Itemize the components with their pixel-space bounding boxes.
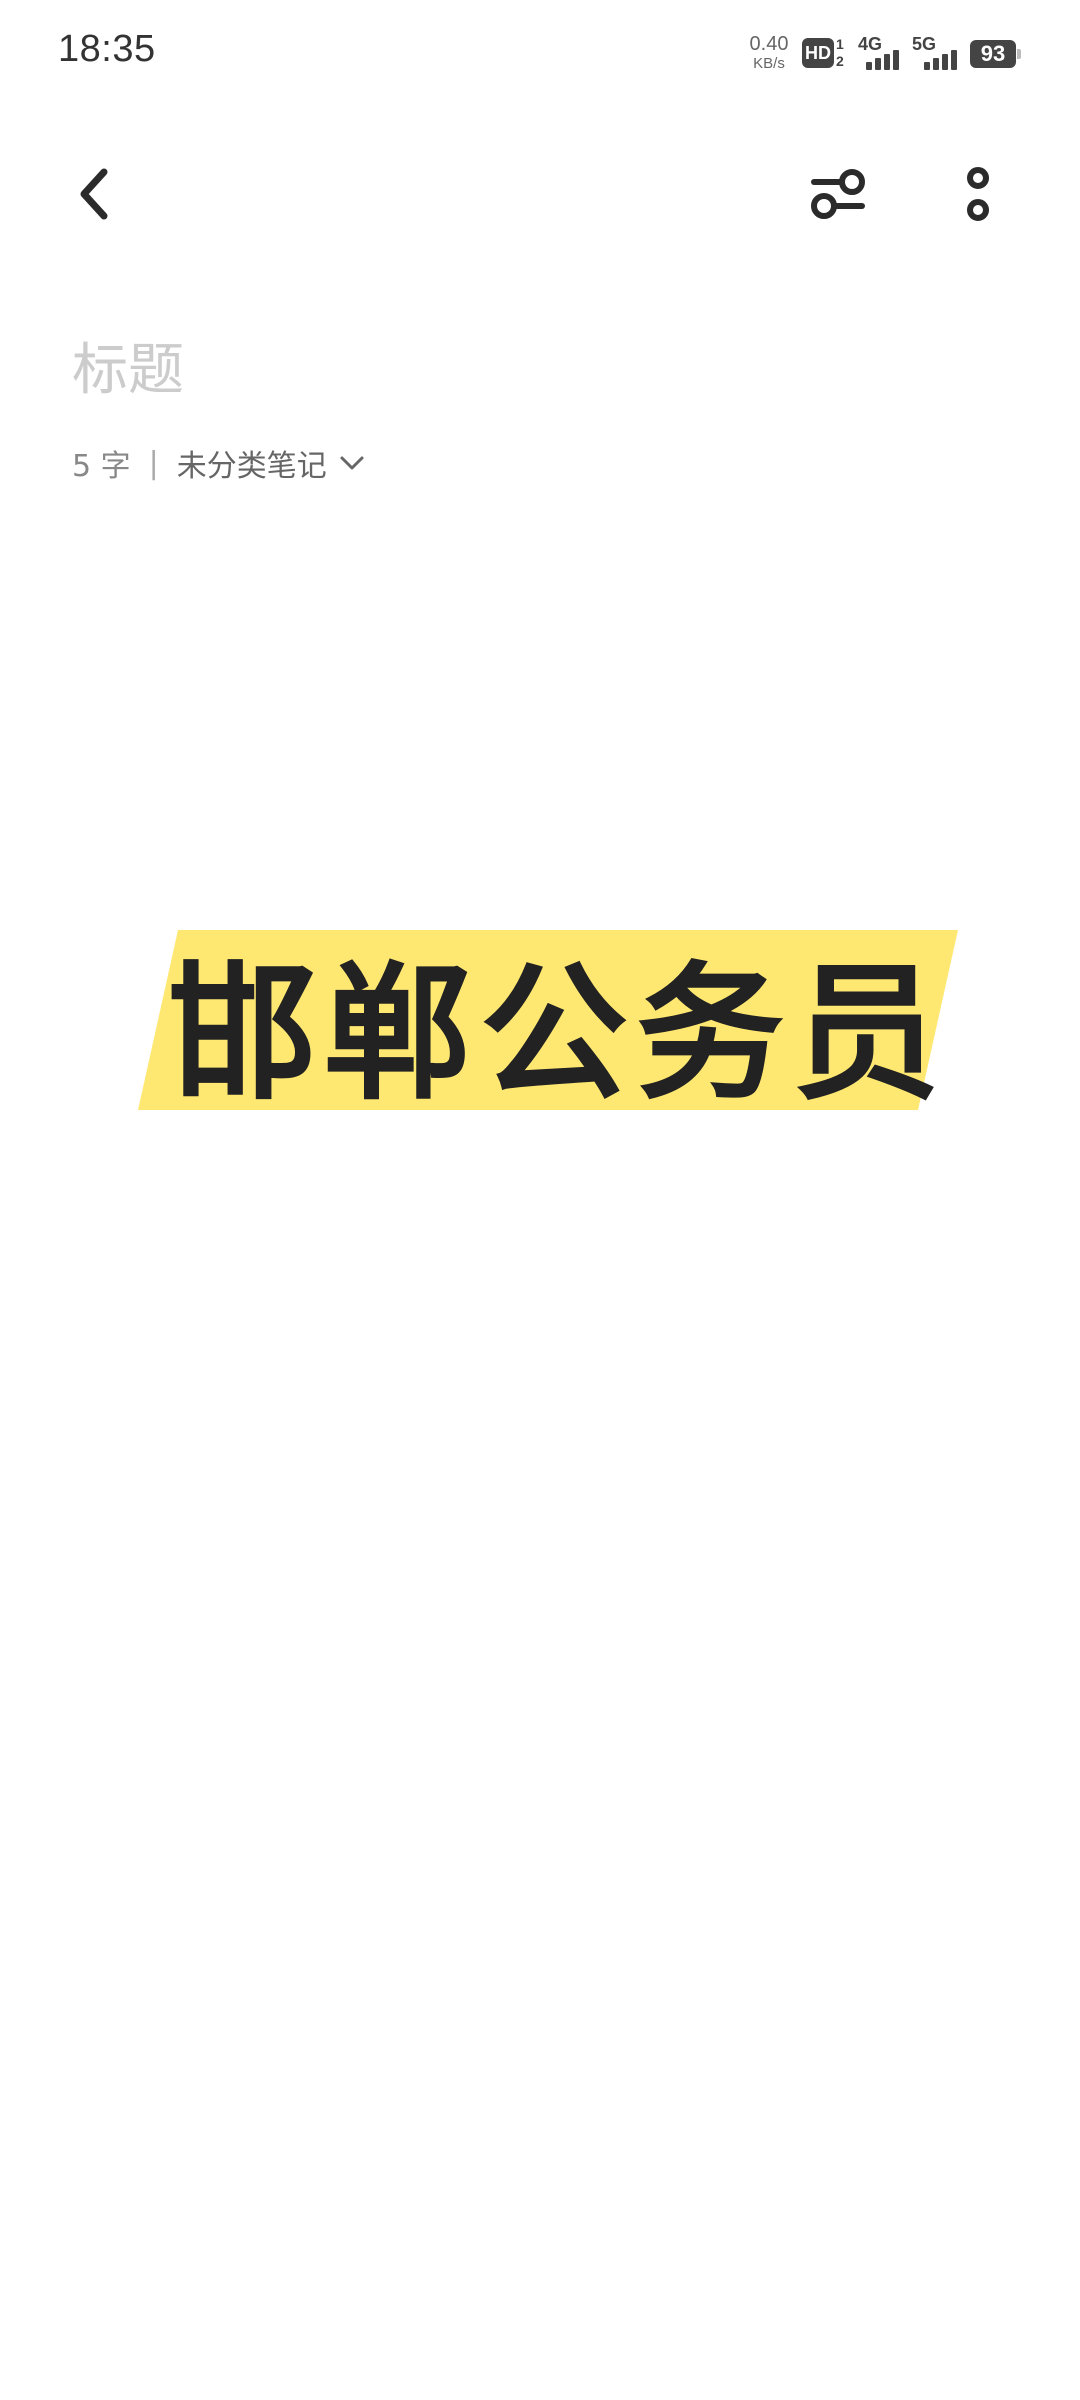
network-speed-unit: KB/s (753, 55, 785, 72)
signal-bar (884, 54, 890, 70)
meta-separator: | (148, 445, 159, 481)
more-options-button[interactable] (930, 146, 1026, 242)
note-body[interactable]: 邯郸公务员 (0, 520, 1080, 2320)
hd-sim-top: 1 (836, 36, 844, 52)
signal-5g-icon: 5G (912, 34, 964, 70)
network-speed: 0.40 KB/s (745, 34, 793, 71)
signal-bar (924, 62, 930, 70)
back-button[interactable] (46, 146, 142, 242)
hd-voice-icon: HD 1 2 (802, 36, 850, 70)
hd-sim-bottom: 2 (836, 53, 844, 69)
battery-icon: 93 (970, 40, 1022, 68)
embedded-cover-image[interactable]: 邯郸公务员 (138, 930, 958, 1120)
signal-bar (875, 58, 881, 70)
signal-4g-icon: 4G (858, 34, 906, 70)
signal-bar (893, 50, 899, 70)
hd-sim-index: 1 2 (836, 36, 844, 70)
signal-4g-label: 4G (858, 34, 883, 54)
top-toolbar (0, 130, 1080, 260)
sliders-icon (811, 169, 865, 219)
signal-bar (951, 50, 957, 70)
status-time: 18:35 (58, 28, 156, 70)
signal-bar (866, 62, 872, 70)
signal-bar (933, 58, 939, 70)
note-title-input[interactable] (72, 330, 972, 410)
format-settings-button[interactable] (790, 146, 886, 242)
battery-level: 93 (970, 40, 1016, 68)
status-bar: 18:35 0.40 KB/s HD 1 2 4G 5G 93 (0, 0, 1080, 110)
signal-bar (942, 54, 948, 70)
hd-label: HD (802, 38, 834, 68)
signal-5g-label: 5G (912, 34, 937, 54)
note-editor-screen: 18:35 0.40 KB/s HD 1 2 4G 5G 93 标题 5 字 |… (0, 0, 1080, 2400)
note-meta-row: 5 字 | 未分类笔记 (72, 438, 365, 488)
category-selector[interactable]: 未分类笔记 (177, 441, 365, 485)
chevron-left-icon (80, 168, 108, 220)
chevron-down-icon (340, 456, 364, 470)
more-vertical-icon (967, 167, 989, 221)
word-count: 5 字 (72, 449, 131, 484)
cover-headline: 邯郸公务员 (168, 947, 948, 1120)
network-speed-value: 0.40 (749, 33, 789, 55)
battery-tip (1017, 49, 1021, 59)
category-label: 未分类笔记 (176, 449, 327, 484)
